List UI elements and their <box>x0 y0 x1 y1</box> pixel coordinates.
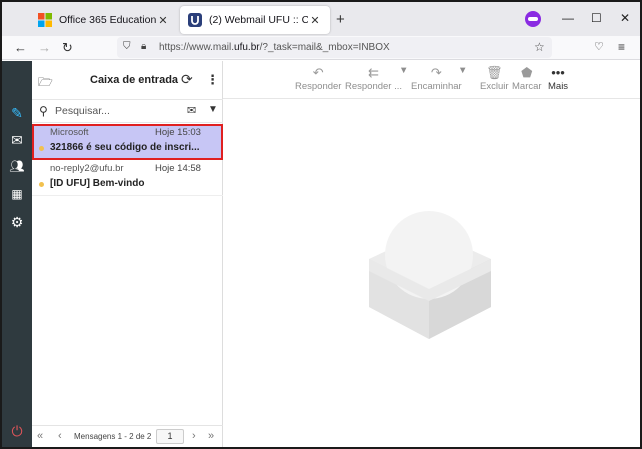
browser-window: Office 365 Education ✕ (2) Webmail UFU :… <box>0 0 642 449</box>
settings-gear-icon[interactable]: ⚙ <box>2 214 32 231</box>
forward-dropdown-icon[interactable]: ▼ <box>458 65 467 76</box>
pocket-icon[interactable]: ♡ <box>594 40 604 53</box>
bookmark-star-icon[interactable]: ☆ <box>534 40 545 54</box>
message-subject: 321866 é seu código de inscri... <box>50 142 200 153</box>
tab-strip: Office 365 Education ✕ (2) Webmail UFU :… <box>2 2 640 36</box>
tab-title: Office 365 Education <box>59 14 156 26</box>
reply-all-dropdown-icon[interactable]: ▼ <box>399 65 408 76</box>
forward-arrow-icon[interactable]: → <box>38 40 51 55</box>
reply-all-icon: ⇇ <box>368 65 379 80</box>
last-page-icon[interactable]: » <box>208 430 214 442</box>
forward-icon: ↷ <box>430 65 442 80</box>
close-tab-icon[interactable]: ✕ <box>156 14 170 27</box>
reply-label: Responder <box>295 81 342 92</box>
forward-label: Encaminhar <box>411 81 462 92</box>
mark-label: Marcar <box>512 81 542 92</box>
maximize-button[interactable]: ☐ <box>591 11 602 25</box>
mail-toolbar: ↶ Responder ⇇ Responder ... ▼ ↷ Encaminh… <box>223 61 640 99</box>
folder-title: Caixa de entrada <box>90 74 179 86</box>
tab-webmail[interactable]: (2) Webmail UFU :: Caixa de ent ✕ <box>180 6 330 34</box>
refresh-icon[interactable]: ⟳ <box>181 71 193 88</box>
address-bar[interactable]: ⛉ 🔒︎ https://www.mail.ufu.br/?_task=mail… <box>117 37 552 58</box>
url-text[interactable]: https://www.mail.ufu.br/?_task=mail&_mbo… <box>159 42 390 53</box>
folder-open-icon[interactable]: 🗁 <box>38 73 53 94</box>
next-page-icon[interactable]: › <box>192 430 196 442</box>
tag-icon: ⬟ <box>521 65 533 80</box>
navigation-bar: ← → ↻ ⛉ 🔒︎ https://www.mail.ufu.br/?_tas… <box>2 36 640 60</box>
private-mask-icon[interactable] <box>525 11 541 27</box>
unread-dot-icon[interactable] <box>39 182 44 187</box>
reply-all-label: Responder ... <box>345 81 403 92</box>
message-subject: [ID UFU] Bem-vindo <box>50 178 145 189</box>
more-horizontal-icon: ••• <box>551 65 565 80</box>
search-input[interactable]: Pesquisar... <box>55 105 110 117</box>
ufu-logo-icon <box>188 13 202 27</box>
new-tab-button[interactable]: + <box>336 11 345 28</box>
chevron-down-icon[interactable]: ▼ <box>208 104 218 115</box>
tab-title: (2) Webmail UFU :: Caixa de ent <box>209 14 308 26</box>
microsoft-logo-icon <box>38 13 52 27</box>
reply-icon: ↶ <box>312 65 324 80</box>
empty-mailbox-illustration <box>369 211 491 339</box>
reply-button[interactable]: ↶ Responder <box>295 65 341 92</box>
unread-dot-icon[interactable] <box>39 146 44 151</box>
reply-all-button[interactable]: ⇇ Responder ... <box>345 65 402 92</box>
delete-button[interactable]: 🗑︎ Excluir <box>480 65 509 92</box>
list-pagination: « ‹ Mensagens 1 - 2 de 2 1 › » <box>32 425 223 447</box>
search-icon[interactable]: ⚲ <box>39 104 48 118</box>
logout-power-icon[interactable]: ⏻ <box>2 423 32 440</box>
message-from: no-reply2@ufu.br <box>50 163 124 174</box>
more-vertical-icon[interactable]: ⋮ <box>206 72 219 88</box>
message-date: Hoje 14:58 <box>155 163 201 174</box>
page-number-input[interactable]: 1 <box>156 429 184 444</box>
message-row[interactable]: no-reply2@ufu.br Hoje 14:58 [ID UFU] Bem… <box>32 160 223 196</box>
app-menu-icon[interactable]: ≡ <box>618 40 625 54</box>
mark-button[interactable]: ⬟ Marcar <box>512 65 542 92</box>
delete-label: Excluir <box>480 81 509 92</box>
tab-office365[interactable]: Office 365 Education ✕ <box>30 6 178 34</box>
more-button[interactable]: ••• Mais <box>548 65 568 92</box>
app-sidebar: ✎ ✉ 👥︎ ▦ ⚙ ⏻ <box>2 61 32 447</box>
first-page-icon[interactable]: « <box>37 430 43 442</box>
minimize-button[interactable]: — <box>562 11 574 25</box>
window-close-button[interactable]: ✕ <box>620 11 630 25</box>
message-row[interactable]: Microsoft Hoje 15:03 321866 é seu código… <box>32 124 223 160</box>
lock-icon[interactable]: 🔒︎ <box>141 41 146 52</box>
message-count: Mensagens 1 - 2 de 2 <box>74 432 152 441</box>
message-date: Hoje 15:03 <box>155 127 201 138</box>
calendar-icon[interactable]: ▦ <box>2 187 32 201</box>
back-arrow-icon[interactable]: ← <box>14 40 27 55</box>
message-list-pane: 🗁 Caixa de entrada ⟳ ⋮ ⚲ Pesquisar... ✉ … <box>32 61 223 447</box>
shield-icon[interactable]: ⛉ <box>123 41 131 52</box>
message-preview-pane: ↶ Responder ⇇ Responder ... ▼ ↷ Encaminh… <box>223 61 640 447</box>
message-from: Microsoft <box>50 127 89 138</box>
reload-icon[interactable]: ↻ <box>62 40 73 56</box>
envelope-filter-icon[interactable]: ✉ <box>187 104 196 117</box>
compose-icon[interactable]: ✎ <box>2 105 32 122</box>
previous-page-icon[interactable]: ‹ <box>58 430 62 442</box>
forward-button[interactable]: ↷ Encaminhar <box>411 65 462 92</box>
mail-icon[interactable]: ✉ <box>2 132 32 149</box>
search-bar[interactable]: ⚲ Pesquisar... ✉ ▼ <box>32 99 223 123</box>
trash-icon: 🗑︎ <box>486 65 503 80</box>
list-header: 🗁 Caixa de entrada ⟳ ⋮ <box>32 61 223 99</box>
contacts-icon[interactable]: 👥︎ <box>2 159 32 173</box>
close-tab-icon[interactable]: ✕ <box>308 14 322 27</box>
more-label: Mais <box>548 81 569 92</box>
